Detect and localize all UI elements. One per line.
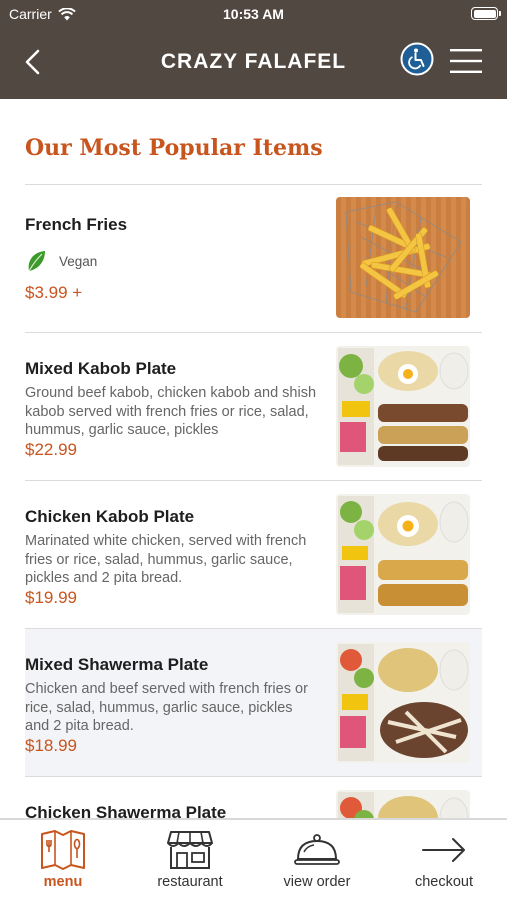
item-description: Ground beef kabob, chicken kabob and shi… [25,385,317,438]
tab-label: restaurant [157,874,223,890]
item-description: Chicken and beef served with french frie… [25,681,308,734]
item-name: Mixed Kabob Plate [25,359,177,378]
bottom-tab-bar: menu restaurant view order checkout [0,818,507,900]
item-price: $3.99 + [25,283,83,302]
item-price: $18.99 [25,736,77,755]
menu-item-mixed-shawerma-plate[interactable]: Mixed Shawerma Plate Chicken and beef se… [25,629,482,777]
item-name: French Fries [25,215,128,234]
item-name: Chicken Shawerma Plate [25,803,227,818]
item-photo [336,197,470,318]
tab-label: view order [283,874,351,890]
menu-item-chicken-shawerma-plate[interactable]: Chicken Shawerma Plate [25,777,482,818]
item-price: $19.99 [25,588,77,607]
tab-restaurant[interactable]: restaurant [127,820,253,900]
menu-item-french-fries[interactable]: French Fries Vegan $3.99 + [25,185,482,333]
storefront-icon [167,831,213,869]
menu-item-chicken-kabob-plate[interactable]: Chicken Kabob Plate Marinated white chic… [25,481,482,629]
tab-view-order[interactable]: view order [254,820,380,900]
item-photo [336,494,470,615]
item-description: Marinated white chicken, served with fre… [25,533,307,586]
tab-menu[interactable]: menu [0,820,126,900]
menu-book-icon [41,830,85,870]
tab-checkout[interactable]: checkout [381,820,507,900]
section-title: Our Most Popular Items [25,135,323,161]
item-price: $22.99 [25,440,77,459]
tab-label: menu [43,874,83,890]
nav-bar: CRAZY FALAFEL [0,28,507,99]
item-photo [336,790,470,818]
battery-icon [471,7,501,20]
vegan-badge: Vegan [25,249,97,273]
item-name: Mixed Shawerma Plate [25,655,209,674]
vegan-label: Vegan [59,253,98,269]
menu-item-mixed-kabob-plate[interactable]: Mixed Kabob Plate Ground beef kabob, chi… [25,333,482,481]
item-photo [336,642,470,763]
tab-label: checkout [414,874,474,890]
accessibility-icon[interactable] [400,42,434,76]
leaf-icon [28,251,45,272]
menu-content[interactable]: Our Most Popular Items French Fries Vega… [0,99,507,818]
cloche-icon [294,834,340,865]
hamburger-menu-icon[interactable] [450,48,482,74]
arrow-right-icon [422,838,465,862]
item-name: Chicken Kabob Plate [25,507,195,526]
item-photo [336,346,470,467]
status-time: 10:53 AM [223,6,284,22]
status-bar: Carrier 10:53 AM [0,0,507,28]
